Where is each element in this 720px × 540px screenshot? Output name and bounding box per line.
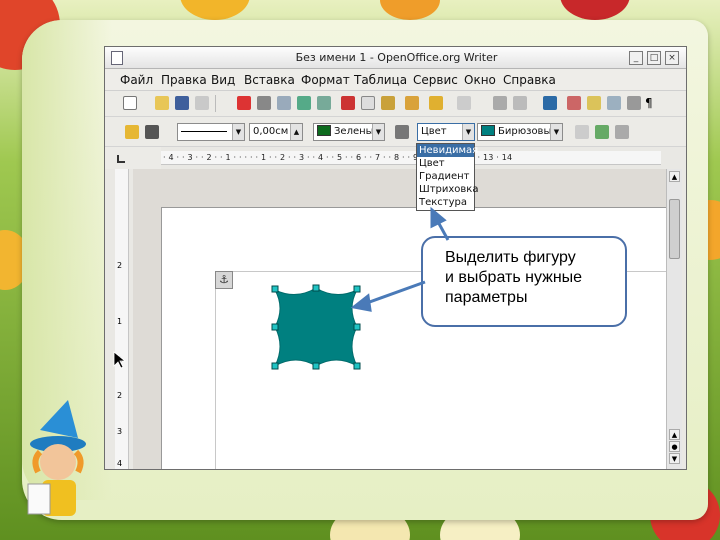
resize-handle[interactable] (353, 323, 361, 331)
resize-handle[interactable] (271, 323, 279, 331)
pointer-arrows (350, 206, 450, 312)
resize-handle[interactable] (271, 285, 279, 293)
resize-handle[interactable] (353, 362, 361, 370)
selected-star-shape[interactable] (273, 287, 359, 368)
arrow-head-icon (350, 293, 372, 312)
mouse-cursor-icon (113, 351, 127, 369)
resize-handle[interactable] (312, 362, 320, 370)
resize-handle[interactable] (312, 284, 320, 292)
arrow-head-icon (430, 206, 447, 229)
resize-handle[interactable] (353, 285, 361, 293)
arrow-to-shape (363, 280, 426, 306)
annotation-layer (113, 206, 450, 370)
resize-handle[interactable] (271, 362, 279, 370)
